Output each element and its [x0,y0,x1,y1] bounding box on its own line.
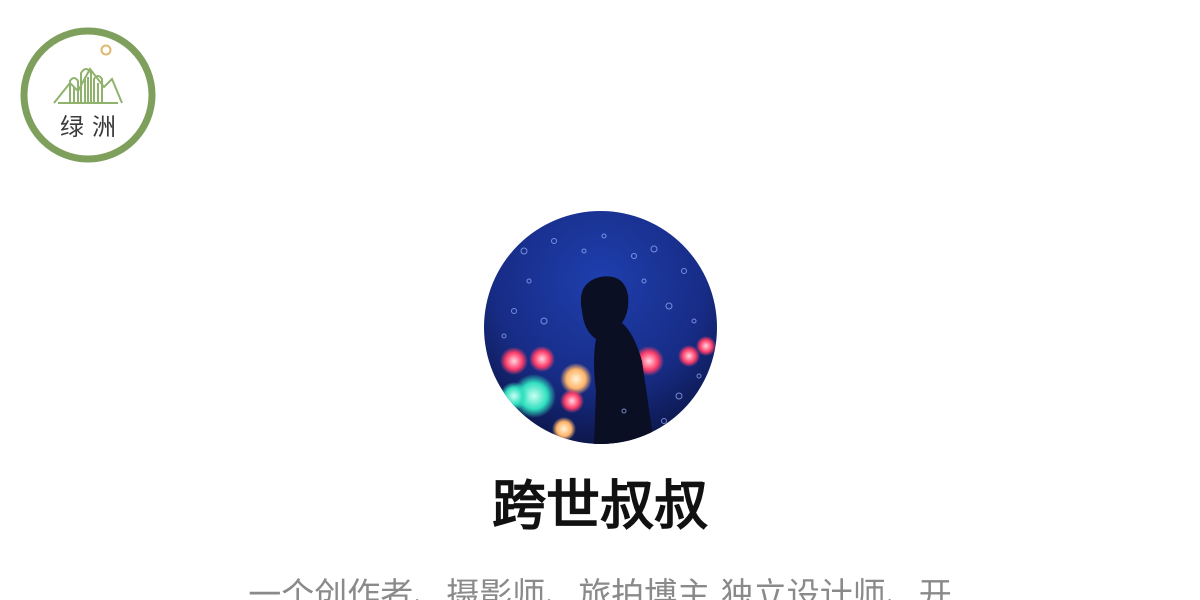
profile-name: 跨世叔叔 [492,474,708,537]
logo-text: 绿洲 [60,113,124,141]
profile-page: 绿洲 跨世叔叔 一个创作者、摄影师、旅拍博主 独立设计师、开 [0,0,1200,600]
profile-avatar[interactable] [484,211,717,444]
oasis-logo[interactable]: 绿洲 [18,25,158,165]
logo-emblem-icon [20,27,156,163]
profile-bio: 一个创作者、摄影师、旅拍博主 独立设计师、开 [248,575,952,600]
avatar-photo-icon [484,211,717,444]
